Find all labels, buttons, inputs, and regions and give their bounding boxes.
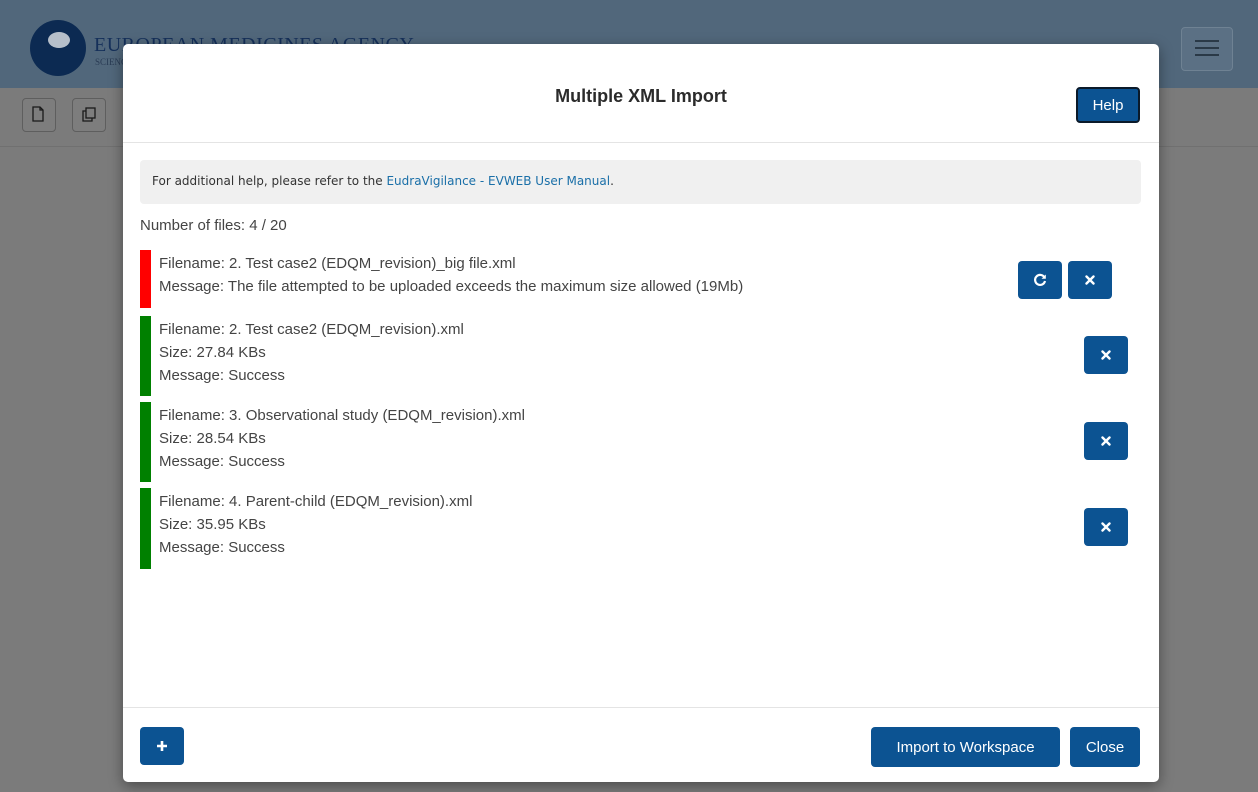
- file-name: Filename: 3. Observational study (EDQM_r…: [159, 407, 525, 424]
- file-message: Message: Success: [159, 453, 285, 470]
- close-icon: [1085, 275, 1095, 285]
- close-icon: [1101, 436, 1111, 446]
- file-size: Size: 28.54 KBs: [159, 430, 266, 447]
- file-name: Filename: 2. Test case2 (EDQM_revision)_…: [159, 255, 516, 272]
- remove-file-button[interactable]: [1084, 508, 1128, 546]
- multiple-xml-import-dialog: Multiple XML Import Help For additional …: [123, 44, 1159, 782]
- file-message: Message: Success: [159, 539, 285, 556]
- close-button[interactable]: Close: [1070, 727, 1140, 767]
- remove-file-button[interactable]: [1084, 422, 1128, 460]
- refresh-icon: [1034, 273, 1047, 286]
- file-size: Size: 27.84 KBs: [159, 344, 266, 361]
- menu-toggle-button[interactable]: [1181, 27, 1233, 71]
- add-file-button[interactable]: [140, 727, 184, 765]
- close-icon: [1101, 350, 1111, 360]
- retry-upload-button[interactable]: [1018, 261, 1062, 299]
- help-info-prefix: For additional help, please refer to the: [152, 174, 387, 188]
- file-row: Filename: 2. Test case2 (EDQM_revision).…: [140, 316, 1141, 396]
- help-info-box: For additional help, please refer to the…: [140, 160, 1141, 204]
- file-row: Filename: 4. Parent-child (EDQM_revision…: [140, 488, 1141, 569]
- file-row: Filename: 3. Observational study (EDQM_r…: [140, 402, 1141, 482]
- file-details: Filename: 3. Observational study (EDQM_r…: [159, 404, 525, 473]
- status-indicator-success: [140, 402, 151, 482]
- dialog-footer: Import to Workspace Close: [123, 707, 1159, 783]
- file-name: Filename: 2. Test case2 (EDQM_revision).…: [159, 321, 464, 338]
- copy-icon: [82, 107, 96, 122]
- file-details: Filename: 2. Test case2 (EDQM_revision).…: [159, 318, 464, 387]
- help-info-suffix: .: [610, 174, 614, 188]
- file-message: Message: Success: [159, 367, 285, 384]
- status-indicator-error: [140, 250, 151, 308]
- remove-file-button[interactable]: [1084, 336, 1128, 374]
- file-row: Filename: 2. Test case2 (EDQM_revision)_…: [140, 250, 1141, 308]
- file-name: Filename: 4. Parent-child (EDQM_revision…: [159, 493, 473, 510]
- file-size: Size: 35.95 KBs: [159, 516, 266, 533]
- dialog-header: Multiple XML Import Help: [123, 44, 1159, 143]
- file-message: Message: The file attempted to be upload…: [159, 278, 744, 295]
- new-document-button[interactable]: [22, 98, 56, 132]
- dialog-title: Multiple XML Import: [555, 86, 727, 106]
- copy-document-button[interactable]: [72, 98, 106, 132]
- import-to-workspace-button[interactable]: Import to Workspace: [871, 727, 1060, 767]
- plus-icon: [157, 741, 167, 751]
- ema-logo: [30, 20, 86, 76]
- file-details: Filename: 2. Test case2 (EDQM_revision)_…: [159, 252, 743, 298]
- user-manual-link[interactable]: EudraVigilance - EVWEB User Manual: [386, 174, 610, 188]
- status-indicator-success: [140, 316, 151, 396]
- file-details: Filename: 4. Parent-child (EDQM_revision…: [159, 490, 472, 559]
- remove-file-button[interactable]: [1068, 261, 1112, 299]
- help-button[interactable]: Help: [1076, 87, 1140, 123]
- close-icon: [1101, 522, 1111, 532]
- new-document-icon: [32, 106, 44, 122]
- help-info-text: For additional help, please refer to the…: [152, 174, 614, 188]
- status-indicator-success: [140, 488, 151, 569]
- file-count: Number of files: 4 / 20: [140, 217, 287, 234]
